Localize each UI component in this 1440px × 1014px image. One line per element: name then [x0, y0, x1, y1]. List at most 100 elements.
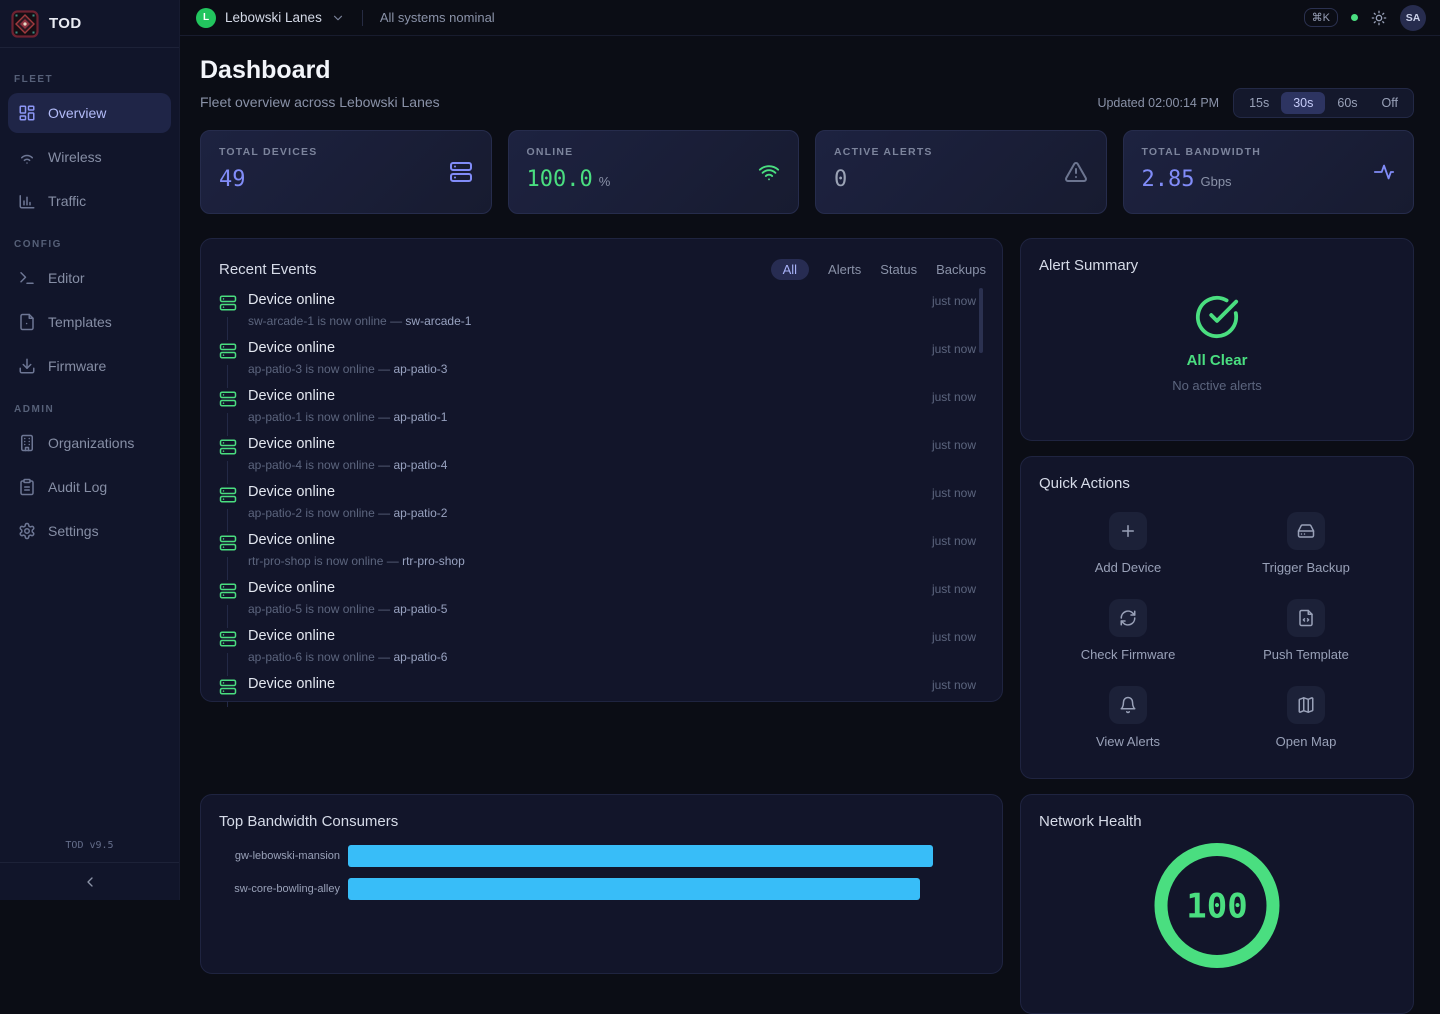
open-map-button[interactable]: Open Map — [1276, 686, 1337, 749]
event-timestamp: just now — [932, 486, 976, 500]
server-icon — [219, 486, 237, 504]
interval-60s-button[interactable]: 60s — [1325, 92, 1369, 114]
interval-15s-button[interactable]: 15s — [1237, 92, 1281, 114]
alert-triangle-icon — [1064, 160, 1088, 184]
sidebar-item-firmware[interactable]: Firmware — [8, 346, 171, 386]
nav-section-admin: ADMIN — [14, 404, 165, 415]
recent-events-title: Recent Events — [219, 261, 317, 278]
stat-cards: TOTAL DEVICES 49 ONLINE 100.0 % ACTIVE A… — [200, 130, 1414, 214]
command-palette-shortcut[interactable]: ⌘K — [1304, 8, 1338, 27]
event-timestamp: just now — [932, 582, 976, 596]
app-version: TOD v9.5 — [0, 840, 179, 862]
add-device-button[interactable]: Add Device — [1095, 512, 1161, 575]
event-row: Device onlineap-patio-1 is now online — … — [219, 388, 1002, 436]
event-timestamp: just now — [932, 438, 976, 452]
org-selector[interactable]: L Lebowski Lanes — [196, 8, 345, 28]
event-title: Device online — [248, 484, 1002, 500]
push-template-button[interactable]: Push Template — [1263, 599, 1349, 662]
sidebar-item-templates[interactable]: Templates — [8, 302, 171, 342]
sidebar-item-overview[interactable]: Overview — [8, 93, 171, 133]
events-scrollbar[interactable] — [979, 288, 983, 353]
topbar-divider — [362, 10, 363, 26]
topbar: L Lebowski Lanes All systems nominal ⌘K … — [180, 0, 1440, 36]
download-icon — [18, 357, 36, 375]
bell-icon — [1119, 696, 1137, 714]
tab-alerts[interactable]: Alerts — [828, 262, 861, 277]
alert-summary-panel: Alert Summary All Clear No active alerts — [1020, 238, 1414, 441]
sidebar-item-label: Editor — [48, 270, 85, 286]
wifi-icon — [758, 161, 780, 183]
refresh-interval-group: 15s 30s 60s Off — [1233, 88, 1414, 118]
server-icon — [219, 438, 237, 456]
timeline-connector — [227, 365, 228, 388]
tab-status[interactable]: Status — [880, 262, 917, 277]
user-avatar[interactable]: SA — [1400, 5, 1426, 31]
sidebar-item-settings[interactable]: Settings — [8, 511, 171, 551]
event-timestamp: just now — [932, 534, 976, 548]
event-description: ap-patio-5 is now online — ap-patio-5 — [248, 602, 1002, 616]
stat-label: ONLINE — [527, 146, 781, 158]
clipboard-icon — [18, 478, 36, 496]
sidebar-item-label: Wireless — [48, 149, 102, 165]
alert-status-text: All Clear — [1039, 352, 1395, 369]
dashboard-grid-icon — [18, 104, 36, 122]
interval-30s-button[interactable]: 30s — [1281, 92, 1325, 114]
server-icon — [219, 390, 237, 408]
theme-toggle-button[interactable] — [1371, 10, 1387, 26]
stat-suffix: Gbps — [1200, 174, 1231, 189]
event-title: Device online — [248, 436, 1002, 452]
event-title: Device online — [248, 628, 1002, 644]
timeline-connector — [227, 605, 228, 628]
chevron-down-icon — [331, 11, 345, 25]
event-description: rtr-pro-shop is now online — rtr-pro-sho… — [248, 554, 1002, 568]
sidebar-item-editor[interactable]: Editor — [8, 258, 171, 298]
timeline-connector — [227, 461, 228, 484]
tab-all[interactable]: All — [771, 259, 809, 280]
sidebar-item-wireless[interactable]: Wireless — [8, 137, 171, 177]
nav-section-config: CONFIG — [14, 239, 165, 250]
map-icon — [1297, 696, 1315, 714]
bandwidth-device-label: gw-lebowski-mansion — [219, 850, 348, 862]
event-row: Device onlineap-patio-2 is now online — … — [219, 484, 1002, 532]
event-timestamp: just now — [932, 630, 976, 644]
trigger-backup-button[interactable]: Trigger Backup — [1262, 512, 1350, 575]
org-avatar: L — [196, 8, 216, 28]
sidebar-item-audit-log[interactable]: Audit Log — [8, 467, 171, 507]
stat-value: 49 — [219, 167, 246, 192]
app-logo-icon — [11, 10, 39, 38]
network-health-title: Network Health — [1039, 813, 1395, 830]
view-alerts-button[interactable]: View Alerts — [1096, 686, 1160, 749]
page-title: Dashboard — [200, 56, 1414, 85]
stat-value: 0 — [834, 167, 847, 192]
tab-backups[interactable]: Backups — [936, 262, 986, 277]
recent-events-panel: Recent Events All Alerts Status Backups … — [200, 238, 1003, 702]
sidebar-item-traffic[interactable]: Traffic — [8, 181, 171, 221]
file-template-icon — [18, 313, 36, 331]
event-row: Device onlineap-patio-6 is now online — … — [219, 628, 1002, 676]
interval-off-button[interactable]: Off — [1370, 92, 1410, 114]
sidebar: TOD FLEET Overview Wireless Traffic CONF… — [0, 0, 180, 900]
sidebar-collapse-button[interactable] — [0, 862, 179, 900]
event-description: ap-patio-3 is now online — ap-patio-3 — [248, 362, 1002, 376]
check-firmware-button[interactable]: Check Firmware — [1081, 599, 1176, 662]
stat-total-bandwidth: TOTAL BANDWIDTH 2.85 Gbps — [1123, 130, 1415, 214]
alert-detail-text: No active alerts — [1039, 378, 1395, 393]
sidebar-item-label: Organizations — [48, 435, 134, 451]
quick-action-label: Trigger Backup — [1262, 560, 1350, 575]
sidebar-item-label: Templates — [48, 314, 112, 330]
stat-label: ACTIVE ALERTS — [834, 146, 1088, 158]
timeline-connector — [227, 653, 228, 676]
server-icon — [449, 160, 473, 184]
brand: TOD — [0, 0, 179, 48]
event-timestamp: just now — [932, 294, 976, 308]
events-list: Device onlinesw-arcade-1 is now online —… — [219, 292, 1002, 707]
quick-actions-title: Quick Actions — [1039, 475, 1395, 492]
bandwidth-title: Top Bandwidth Consumers — [219, 813, 984, 830]
timeline-connector — [227, 701, 228, 707]
event-description: ap-patio-4 is now online — ap-patio-4 — [248, 458, 1002, 472]
bandwidth-bar — [348, 878, 920, 900]
event-timestamp: just now — [932, 342, 976, 356]
network-health-score: 100 — [1186, 887, 1247, 927]
sidebar-item-organizations[interactable]: Organizations — [8, 423, 171, 463]
quick-action-label: Check Firmware — [1081, 647, 1176, 662]
